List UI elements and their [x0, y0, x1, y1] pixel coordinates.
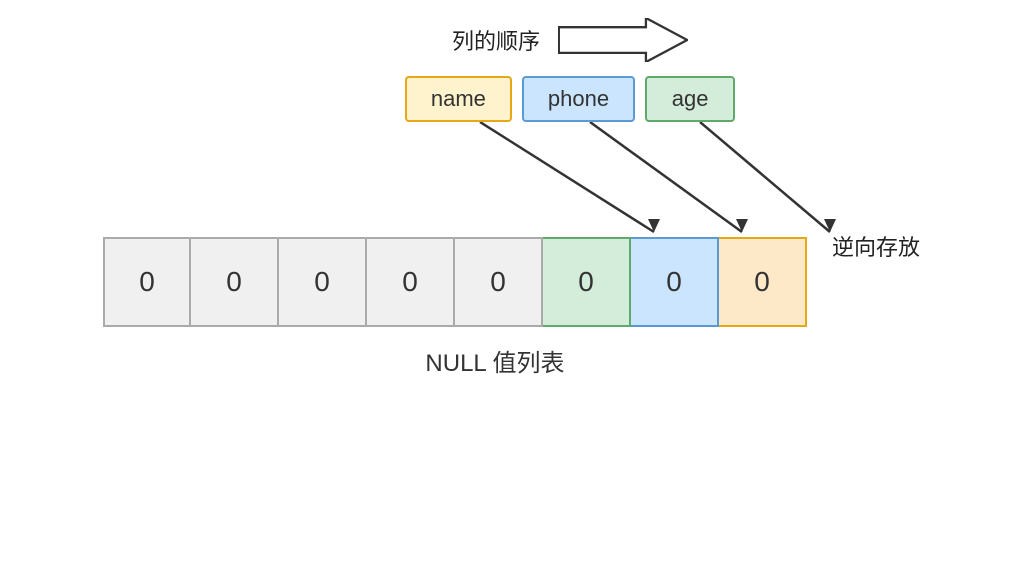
cell-2: 0 — [279, 237, 367, 327]
col-phone-box: phone — [522, 76, 635, 122]
cell-6-blue: 0 — [631, 237, 719, 327]
arrow-shape — [558, 18, 688, 62]
cell-4: 0 — [455, 237, 543, 327]
null-label: NULL 值列表 — [425, 343, 564, 378]
cell-7-orange: 0 — [719, 237, 807, 327]
col-phone-label: phone — [548, 86, 609, 111]
cell-1: 0 — [191, 237, 279, 327]
lines-svg — [170, 122, 950, 237]
columns-row: name phone age — [405, 76, 735, 122]
diagram-container: 列的顺序 name phone age — [0, 0, 1020, 582]
col-age-label: age — [672, 86, 709, 111]
col-name-label: name — [431, 86, 486, 111]
arrow-label: 列的顺序 — [452, 24, 540, 56]
cell-3: 0 — [367, 237, 455, 327]
arrow-row: 列的顺序 — [452, 18, 688, 62]
col-age-box: age — [645, 76, 735, 122]
cells-row: 0 0 0 0 0 0 0 0 — [103, 237, 807, 327]
cell-5-green: 0 — [543, 237, 631, 327]
cell-0: 0 — [103, 237, 191, 327]
col-name-box: name — [405, 76, 512, 122]
reverse-label: 逆向存放 — [832, 230, 920, 262]
